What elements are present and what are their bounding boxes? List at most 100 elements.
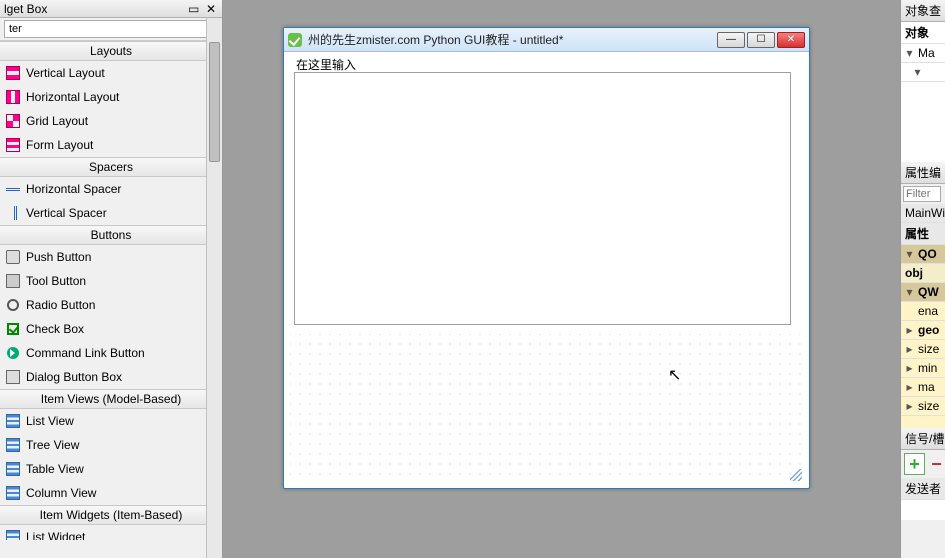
design-form-window[interactable]: 州的先生zmister.com Python GUI教程 - untitled*… [283, 27, 810, 489]
maximize-button[interactable]: ☐ [747, 32, 775, 48]
category-header[interactable]: Layouts [0, 41, 222, 61]
object-tree-child[interactable]: ▾ [901, 63, 945, 82]
property-sizeincrement[interactable]: ▸size [901, 397, 945, 416]
widget-item-list-widget[interactable]: List Widget [0, 525, 222, 540]
app-icon [288, 33, 302, 47]
widget-item-grid-layout[interactable]: Grid Layout [0, 109, 222, 133]
category-header[interactable]: Item Widgets (Item-Based) [0, 505, 222, 525]
pushbtn-icon [6, 250, 20, 264]
signal-slot-list[interactable] [901, 500, 945, 520]
widget-list-scrollbar[interactable] [206, 18, 222, 558]
chevron-right-icon[interactable]: ▸ [905, 342, 914, 356]
inspector-panel: 对象查 对象 ▾Ma ▾ 属性编 MainWin 属性 ▾QO obj ▾QW … [900, 0, 945, 558]
widget-item-radio-button[interactable]: Radio Button [0, 293, 222, 317]
widget-item-horizontal-layout[interactable]: Horizontal Layout [0, 85, 222, 109]
widget-item-label: List View [26, 414, 74, 428]
property-minimumsize[interactable]: ▸min [901, 359, 945, 378]
object-tree-area[interactable] [901, 82, 945, 162]
widget-item-label: Form Layout [26, 138, 93, 152]
window-title: 州的先生zmister.com Python GUI教程 - untitled* [308, 31, 717, 48]
minus-icon: − [931, 454, 942, 475]
widget-item-table-view[interactable]: Table View [0, 457, 222, 481]
property-filter-input[interactable] [903, 186, 941, 202]
close-panel-icon[interactable]: ✕ [204, 0, 218, 18]
widget-item-label: Tree View [26, 438, 79, 452]
qwidget-section[interactable]: ▾QW [901, 283, 945, 302]
object-tree-item[interactable]: ▾Ma [901, 44, 945, 63]
grid-icon [6, 114, 20, 128]
remove-signal-button[interactable]: − [928, 453, 945, 475]
chevron-right-icon[interactable]: ▸ [905, 380, 914, 394]
vlayout-icon [6, 66, 20, 80]
property-geometry[interactable]: ▸geo [901, 321, 945, 340]
widget-item-vertical-spacer[interactable]: Vertical Spacer [0, 201, 222, 225]
chevron-down-icon[interactable]: ▾ [905, 247, 914, 261]
widget-item-check-box[interactable]: Check Box [0, 317, 222, 341]
groupbox-label[interactable]: 在这里输入 [296, 56, 356, 73]
widget-list[interactable]: Layouts Vertical Layout Horizontal Layout G… [0, 40, 222, 540]
signal-slot-header: 信号/槽 [901, 428, 945, 450]
plus-icon: + [909, 454, 920, 475]
check-icon [6, 322, 20, 336]
widget-item-label: Horizontal Layout [26, 90, 119, 104]
list-icon [6, 462, 20, 476]
widget-item-vertical-layout[interactable]: Vertical Layout [0, 61, 222, 85]
widget-item-label: List Widget [26, 530, 85, 540]
qobject-section[interactable]: ▾QO [901, 245, 945, 264]
widget-item-dialog-button-box[interactable]: Dialog Button Box [0, 365, 222, 389]
widget-filter-input[interactable] [4, 20, 219, 38]
hspace-icon [6, 182, 20, 196]
widget-item-form-layout[interactable]: Form Layout [0, 133, 222, 157]
widget-item-label: Command Link Button [26, 346, 145, 360]
scrollbar-thumb[interactable] [209, 42, 220, 162]
chevron-down-icon[interactable]: ▾ [913, 65, 922, 79]
widget-item-label: Column View [26, 486, 96, 500]
widget-item-label: Push Button [26, 250, 91, 264]
chevron-down-icon[interactable]: ▾ [905, 46, 914, 60]
chevron-down-icon[interactable]: ▾ [905, 285, 914, 299]
widget-item-push-button[interactable]: Push Button [0, 245, 222, 269]
resize-grip-icon[interactable] [790, 469, 802, 481]
window-body[interactable]: 在这里输入 [290, 56, 803, 482]
widget-box-title: lget Box ▭ ✕ [0, 0, 222, 18]
widget-box-panel: lget Box ▭ ✕ Layouts Vertical Layout Horiz… [0, 0, 223, 558]
form-icon [6, 138, 20, 152]
minimize-button[interactable]: — [717, 32, 745, 48]
category-header[interactable]: Spacers [0, 157, 222, 177]
widget-item-label: Dialog Button Box [26, 370, 122, 384]
chevron-right-icon[interactable]: ▸ [905, 323, 914, 337]
list-icon [6, 414, 20, 428]
list-icon [6, 438, 20, 452]
list-icon [6, 486, 20, 500]
widget-item-label: Tool Button [26, 274, 86, 288]
form-grid-area[interactable] [290, 334, 803, 482]
widget-box-title-text: lget Box [4, 0, 47, 18]
cmdlink-icon [6, 346, 20, 360]
widget-item-label: Radio Button [26, 298, 95, 312]
widget-item-tool-button[interactable]: Tool Button [0, 269, 222, 293]
property-maximumsize[interactable]: ▸ma [901, 378, 945, 397]
add-signal-button[interactable]: + [904, 453, 925, 475]
close-button[interactable]: ✕ [777, 32, 805, 48]
widget-item-command-link-button[interactable]: Command Link Button [0, 341, 222, 365]
widget-item-label: Horizontal Spacer [26, 182, 121, 196]
category-header[interactable]: Buttons [0, 225, 222, 245]
vspace-icon [6, 206, 20, 220]
undock-icon[interactable]: ▭ [187, 0, 201, 18]
widget-item-tree-view[interactable]: Tree View [0, 433, 222, 457]
widget-item-column-view[interactable]: Column View [0, 481, 222, 505]
property-objectname[interactable]: obj [901, 264, 945, 283]
widget-item-label: Vertical Layout [26, 66, 105, 80]
category-header[interactable]: Item Views (Model-Based) [0, 389, 222, 409]
widget-item-label: Grid Layout [26, 114, 88, 128]
widget-item-list-view[interactable]: List View [0, 409, 222, 433]
widget-item-horizontal-spacer[interactable]: Horizontal Spacer [0, 177, 222, 201]
chevron-right-icon[interactable]: ▸ [905, 399, 914, 413]
hlayout-icon [6, 90, 20, 104]
property-enabled[interactable]: ena [901, 302, 945, 321]
text-edit-widget[interactable] [294, 72, 791, 325]
window-titlebar[interactable]: 州的先生zmister.com Python GUI教程 - untitled*… [284, 28, 809, 52]
widget-item-label: Vertical Spacer [26, 206, 107, 220]
property-sizepolicy[interactable]: ▸size [901, 340, 945, 359]
chevron-right-icon[interactable]: ▸ [905, 361, 914, 375]
